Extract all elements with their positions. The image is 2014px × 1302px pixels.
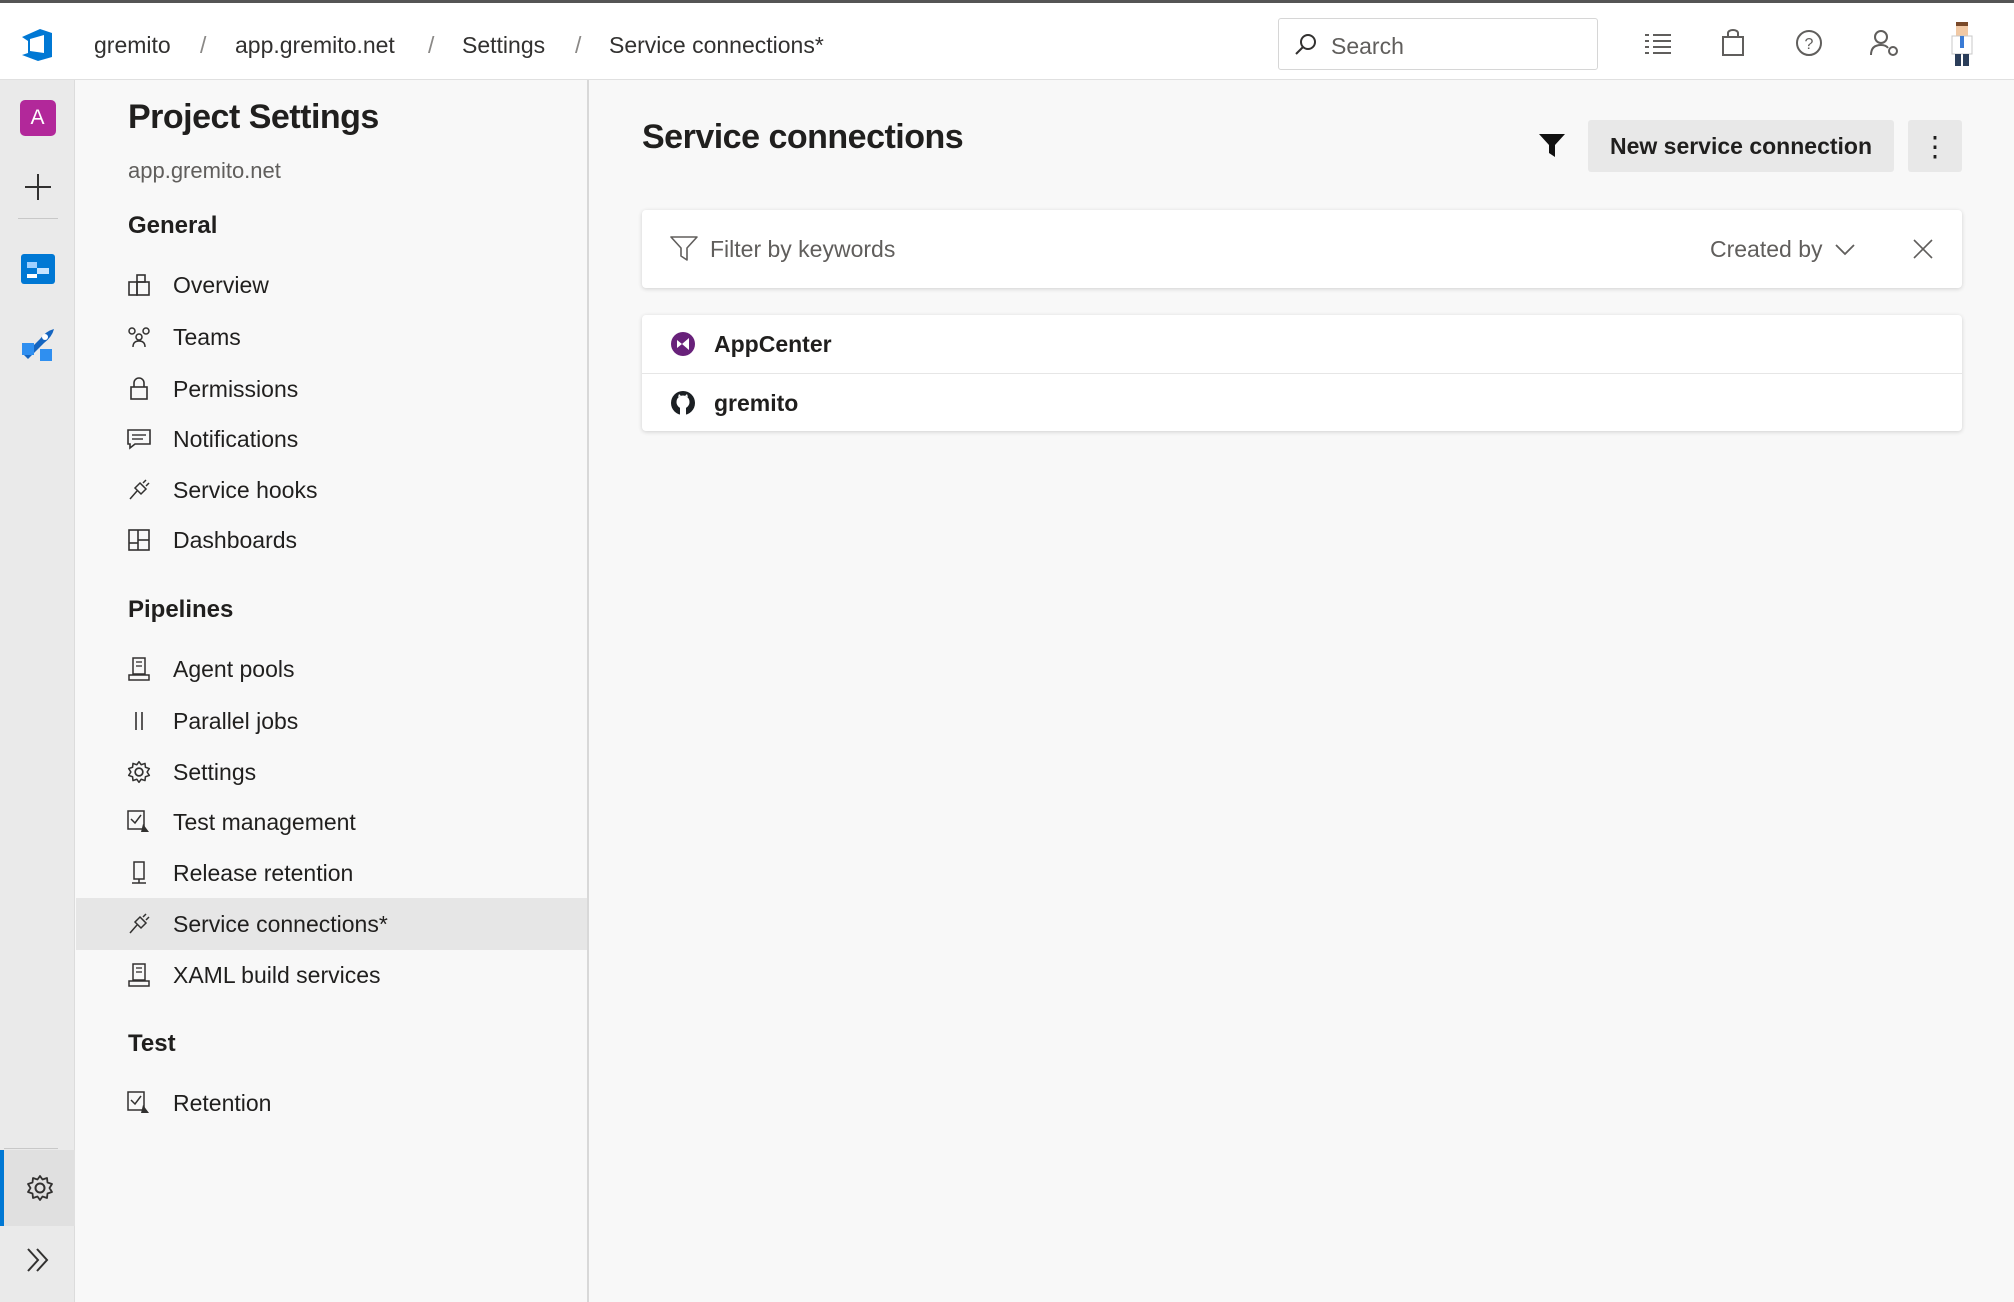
search-icon: [1295, 34, 1316, 55]
filter-bar: Filter by keywords Created by: [642, 210, 1962, 288]
new-service-connection-button[interactable]: New service connection: [1588, 120, 1894, 172]
github-icon: [671, 391, 695, 415]
breadcrumb-separator: /: [428, 32, 435, 58]
boards-icon[interactable]: [0, 250, 75, 288]
teams-icon: [126, 324, 152, 350]
search-placeholder: Search: [1331, 33, 1404, 59]
azure-devops-logo-icon[interactable]: [18, 25, 58, 65]
nav-item-retention[interactable]: Retention: [76, 1077, 587, 1129]
user-settings-icon[interactable]: [1867, 25, 1903, 61]
filter-keywords-input[interactable]: Filter by keywords: [710, 236, 895, 263]
gear-icon: [126, 759, 152, 785]
nav-item-parallel-jobs[interactable]: Parallel jobs: [76, 695, 587, 747]
breadcrumb-separator: /: [575, 32, 582, 58]
svg-text:?: ?: [1805, 36, 1814, 53]
task-list-icon[interactable]: [1640, 25, 1676, 61]
plus-icon[interactable]: [0, 172, 75, 202]
agent-icon: [126, 962, 152, 988]
top-bar: gremito / app.gremito.net / Settings / S…: [0, 0, 2014, 80]
settings-nav: Project Settings app.gremito.net General…: [76, 80, 589, 1302]
project-settings-button[interactable]: [0, 1150, 75, 1226]
list-item[interactable]: AppCenter: [642, 315, 1962, 373]
nav-item-dashboards[interactable]: Dashboards: [76, 514, 587, 566]
rail-divider: [18, 218, 58, 219]
parallel-icon: [126, 708, 152, 734]
nav-item-notifications[interactable]: Notifications: [76, 413, 587, 465]
filter-toggle-button[interactable]: [1534, 128, 1570, 164]
page-title: Service connections: [642, 118, 964, 156]
rail-divider: [4, 1148, 58, 1149]
project-avatar[interactable]: A: [0, 100, 75, 136]
comment-icon: [126, 426, 152, 452]
section-general: General: [128, 212, 218, 239]
lock-icon: [126, 376, 152, 402]
section-test: Test: [128, 1030, 176, 1057]
chevron-down-icon[interactable]: [1834, 238, 1856, 260]
search-box[interactable]: Search: [1278, 18, 1598, 70]
filter-icon: [670, 236, 698, 261]
breadcrumb-separator: /: [200, 32, 207, 58]
connection-name: gremito: [714, 390, 799, 416]
plug-icon: [126, 911, 152, 937]
plug-icon: [126, 477, 152, 503]
nav-item-settings[interactable]: Settings: [76, 746, 587, 798]
nav-item-teams[interactable]: Teams: [76, 311, 587, 363]
list-item[interactable]: gremito: [642, 373, 1962, 431]
nav-item-release-retention[interactable]: Release retention: [76, 847, 587, 899]
test-icon: [126, 809, 152, 835]
breadcrumb-settings[interactable]: Settings: [462, 32, 545, 59]
funnel-icon: [1539, 134, 1565, 157]
expand-icon[interactable]: [0, 1246, 75, 1274]
agent-icon: [126, 656, 152, 682]
service-connection-list: AppCenter gremito: [642, 315, 1962, 431]
more-options-button[interactable]: ⋮: [1908, 120, 1962, 172]
user-avatar-icon[interactable]: [1944, 21, 1980, 67]
nav-item-permissions[interactable]: Permissions: [76, 363, 587, 415]
left-rail: A: [0, 80, 75, 1302]
connection-name: AppCenter: [714, 331, 832, 357]
section-pipelines: Pipelines: [128, 596, 234, 623]
close-icon[interactable]: [1912, 238, 1934, 260]
nav-item-agent-pools[interactable]: Agent pools: [76, 643, 587, 695]
created-by-dropdown[interactable]: Created by: [1710, 236, 1823, 263]
test-icon: [126, 1090, 152, 1116]
gear-icon: [26, 1175, 53, 1201]
shopping-bag-icon[interactable]: [1715, 25, 1751, 61]
breadcrumb-project[interactable]: app.gremito.net: [235, 32, 395, 59]
nav-item-xaml-build-services[interactable]: XAML build services: [76, 949, 587, 1001]
phone-icon: [126, 860, 152, 886]
nav-item-service-hooks[interactable]: Service hooks: [76, 464, 587, 516]
nav-item-test-management[interactable]: Test management: [76, 796, 587, 848]
visual-studio-icon: [671, 332, 695, 356]
help-icon[interactable]: ?: [1791, 25, 1827, 61]
overview-icon: [126, 272, 152, 298]
nav-item-overview[interactable]: Overview: [76, 259, 587, 311]
breadcrumb-current-page[interactable]: Service connections*: [609, 32, 824, 59]
nav-item-service-connections[interactable]: Service connections*: [76, 898, 587, 950]
settings-title: Project Settings: [128, 98, 379, 136]
project-name: app.gremito.net: [128, 158, 281, 183]
main-content: Service connections New service connecti…: [590, 80, 2014, 1302]
pipelines-icon[interactable]: [0, 325, 75, 365]
dashboard-icon: [126, 527, 152, 553]
breadcrumb-organization[interactable]: gremito: [94, 32, 171, 59]
